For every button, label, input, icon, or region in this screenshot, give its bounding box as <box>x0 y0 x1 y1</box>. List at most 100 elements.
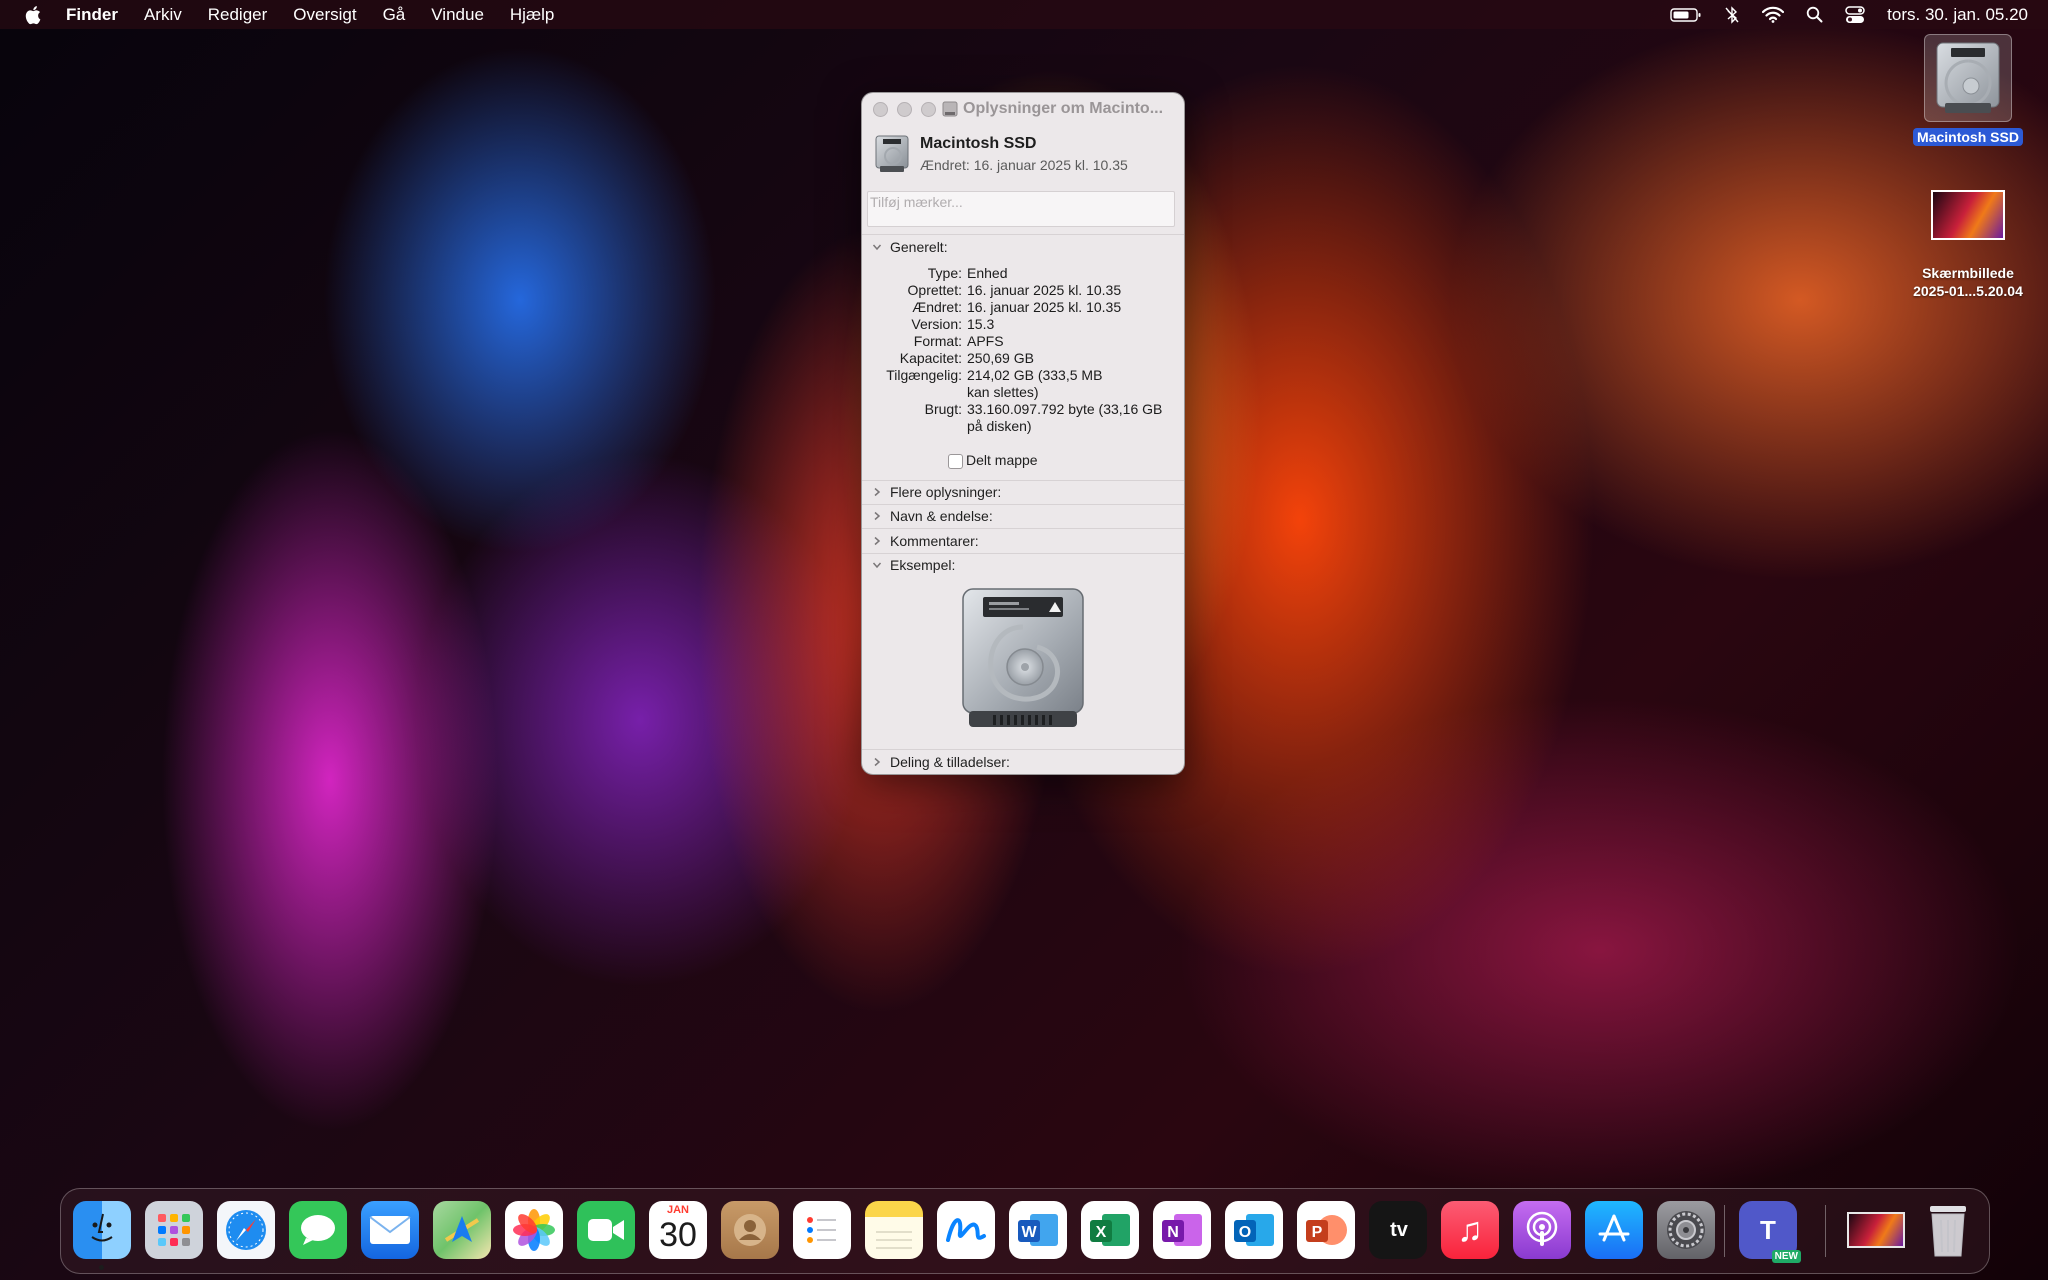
menu-vindue[interactable]: Vindue <box>431 5 484 25</box>
divider <box>862 234 1184 235</box>
dock-app-store[interactable] <box>1585 1201 1643 1259</box>
row-value: 214,02 GB (333,5 MB <box>967 367 1103 383</box>
divider <box>862 504 1184 505</box>
row-value: 250,69 GB <box>967 350 1034 366</box>
dock-music[interactable]: ♫ <box>1441 1201 1499 1259</box>
dock-outlook[interactable]: O <box>1225 1201 1283 1259</box>
zoom-button[interactable] <box>921 101 936 117</box>
bluetooth-off-icon[interactable] <box>1724 5 1740 24</box>
row-value-cont: kan slettes) <box>967 384 1039 400</box>
section-sharing-label: Deling & tilladelser: <box>890 754 1010 770</box>
dock-launchpad[interactable] <box>145 1201 203 1259</box>
shared-folder-checkbox[interactable] <box>948 454 963 469</box>
row-key: Brugt: <box>924 401 962 417</box>
apple-logo-icon[interactable] <box>24 4 44 26</box>
info-window: Oplysninger om Macinto... Macintosh SSD … <box>861 92 1185 775</box>
battery-icon[interactable] <box>1670 7 1702 23</box>
divider <box>862 553 1184 554</box>
status-area: tors. 30. jan. 05.20 <box>1648 0 2028 29</box>
menu-oversigt[interactable]: Oversigt <box>293 5 356 25</box>
reminders-list-icon <box>807 1217 836 1243</box>
screenshot-thumbnail-icon <box>1931 190 2005 240</box>
control-center-icon[interactable] <box>1845 5 1865 24</box>
photos-flower-icon <box>513 1209 555 1251</box>
row-key: Kapacitet: <box>899 350 962 366</box>
desktop-item-screenshot[interactable]: Skærmbillede 2025-01...5.20.04 <box>1892 190 2044 300</box>
window-titlebar[interactable]: Oplysninger om Macinto... <box>862 93 1184 125</box>
shared-folder-label: Delt mappe <box>966 452 1038 468</box>
minimize-button[interactable] <box>897 101 912 117</box>
divider <box>862 528 1184 529</box>
dock-system-settings[interactable] <box>1657 1201 1715 1259</box>
row-value: APFS <box>967 333 1004 349</box>
facetime-camera-icon <box>588 1219 624 1241</box>
dock-recent-screenshot[interactable] <box>1847 1201 1905 1259</box>
desktop-item-macintosh-ssd[interactable]: Macintosh SSD <box>1906 34 2030 146</box>
dock-freeform[interactable] <box>937 1201 995 1259</box>
section-comments[interactable]: Kommentarer: <box>872 533 979 549</box>
menu-bar: Finder Arkiv Rediger Oversigt Gå Vindue … <box>0 0 2048 29</box>
dock-powerpoint[interactable]: P <box>1297 1201 1355 1259</box>
menu-ga[interactable]: Gå <box>383 5 406 25</box>
dock-tv[interactable]: tv <box>1369 1201 1427 1259</box>
section-name-ext-label: Navn & endelse: <box>890 508 993 524</box>
screenshot-thumbnail-icon <box>1847 1212 1905 1248</box>
dock-teams[interactable]: T NEW <box>1739 1201 1801 1263</box>
section-preview-label: Eksempel: <box>890 557 956 573</box>
dock-facetime[interactable] <box>577 1201 635 1259</box>
divider <box>862 749 1184 750</box>
section-more-info-label: Flere oplysninger: <box>890 484 1002 500</box>
menu-finder[interactable]: Finder <box>66 5 118 25</box>
menu-hjaelp[interactable]: Hjælp <box>510 5 554 25</box>
row-key: Ændret: <box>912 299 962 315</box>
hard-drive-icon <box>1924 34 2012 122</box>
desktop-item-label: 2025-01...5.20.04 <box>1913 283 2023 299</box>
dock-reminders[interactable] <box>793 1201 851 1259</box>
dock-messages[interactable] <box>289 1201 347 1259</box>
section-comments-label: Kommentarer: <box>890 533 979 549</box>
wifi-icon[interactable] <box>1762 6 1785 23</box>
dock-calendar[interactable]: JAN 30 <box>649 1201 707 1259</box>
finder-icon <box>91 1213 113 1242</box>
section-general[interactable]: Generelt: <box>872 239 948 255</box>
safari-compass-icon <box>226 1210 266 1250</box>
dock-onenote[interactable]: N <box>1153 1201 1211 1259</box>
item-name: Macintosh SSD <box>920 135 1037 152</box>
dock-maps[interactable] <box>433 1201 491 1259</box>
row-key: Tilgængelig: <box>886 367 962 383</box>
excel-glyph: X <box>1096 1224 1107 1241</box>
powerpoint-icon: P <box>1306 1215 1347 1245</box>
music-note-icon: ♫ <box>1457 1210 1483 1249</box>
row-value: 16. januar 2025 kl. 10.35 <box>967 299 1122 315</box>
section-preview[interactable]: Eksempel: <box>872 557 955 573</box>
tags-input[interactable] <box>867 191 1175 227</box>
dock-excel[interactable]: X <box>1081 1201 1139 1259</box>
dock-podcasts[interactable] <box>1513 1201 1571 1259</box>
running-indicator <box>99 1265 104 1270</box>
dock: JAN 30 W X N O P tv ♫ T NEW <box>60 1188 1990 1274</box>
dock-photos[interactable] <box>505 1201 563 1259</box>
clock[interactable]: tors. 30. jan. 05.20 <box>1887 5 2028 25</box>
close-button[interactable] <box>873 101 888 117</box>
dock-notes[interactable] <box>865 1201 923 1259</box>
word-glyph: W <box>1021 1224 1037 1241</box>
section-more-info[interactable]: Flere oplysninger: <box>872 484 1001 500</box>
gear-icon <box>1667 1211 1705 1249</box>
dock-safari[interactable] <box>217 1201 275 1259</box>
outlook-glyph: O <box>1239 1224 1251 1241</box>
excel-icon: X <box>1090 1214 1130 1246</box>
dock-contacts[interactable] <box>721 1201 779 1259</box>
section-name-ext[interactable]: Navn & endelse: <box>872 508 993 524</box>
dock-word[interactable]: W <box>1009 1201 1067 1259</box>
dock-trash[interactable] <box>1919 1201 1977 1259</box>
section-sharing[interactable]: Deling & tilladelser: <box>872 754 1010 770</box>
spotlight-search-icon[interactable] <box>1806 6 1823 23</box>
row-key: Version: <box>911 316 962 332</box>
dock-finder[interactable] <box>73 1201 131 1259</box>
onenote-icon: N <box>1162 1214 1202 1246</box>
app-store-icon <box>1598 1214 1630 1242</box>
menu-arkiv[interactable]: Arkiv <box>144 5 182 25</box>
window-title-text: Oplysninger om Macinto... <box>963 100 1164 117</box>
dock-mail[interactable] <box>361 1201 419 1259</box>
menu-rediger[interactable]: Rediger <box>208 5 268 25</box>
